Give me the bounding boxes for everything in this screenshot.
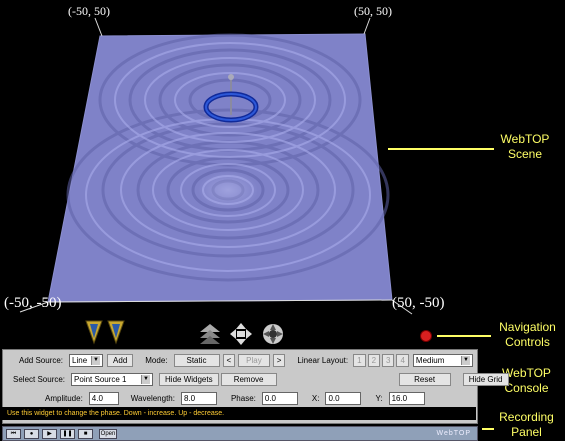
record-indicator-icon[interactable] — [420, 330, 432, 342]
record-icon[interactable]: ● — [24, 428, 39, 439]
x-label: X: — [311, 394, 320, 403]
fly-mode-icons[interactable] — [84, 318, 134, 346]
webtop-brand: WebTOP — [436, 430, 471, 437]
corner-label-top-right: (50, 50) — [354, 4, 392, 18]
linear-layout-label: Linear Layout: — [297, 356, 349, 365]
select-source-label: Select Source: — [13, 375, 66, 384]
hide-widgets-button[interactable]: Hide Widgets — [159, 373, 219, 386]
mode-button[interactable]: Static — [173, 354, 220, 367]
recording-panel: ⏮ ● ▶ ❚❚ ■ Open WebTOP — [2, 426, 478, 441]
add-source-label: Add Source: — [19, 356, 64, 365]
amplitude-label: Amplitude: — [45, 394, 83, 403]
scene-callout-line — [388, 148, 494, 150]
layout-button-4[interactable]: 4 — [396, 354, 409, 367]
play-button[interactable]: Play — [238, 354, 270, 367]
quality-value: Medium — [415, 356, 445, 365]
nav-callout-line1: Navigation — [499, 320, 556, 334]
navigation-controls[interactable] — [198, 322, 288, 346]
scene-callout: WebTOP Scene — [490, 132, 560, 162]
corner-label-top-left: (-50, 50) — [68, 4, 110, 18]
status-bar: Use this widget to change the phase. Dow… — [2, 407, 476, 420]
quality-select[interactable]: Medium ▼ — [412, 354, 473, 367]
nav-callout: Navigation Controls — [490, 320, 565, 350]
wavelength-field[interactable]: 8.0 — [180, 392, 217, 405]
wavelength-label: Wavelength: — [130, 394, 175, 403]
add-source-select[interactable]: Line ▼ — [69, 354, 104, 367]
rotate-icon[interactable] — [263, 324, 283, 344]
layout-button-3[interactable]: 3 — [382, 354, 395, 367]
corner-label-bottom-right: (50, -50) — [392, 295, 445, 311]
reset-button[interactable]: Reset — [398, 373, 451, 386]
layout-button-1[interactable]: 1 — [353, 354, 366, 367]
pan-icon[interactable] — [230, 323, 252, 345]
play-icon[interactable]: ▶ — [42, 428, 57, 439]
phase-field[interactable]: 0.0 — [261, 392, 298, 405]
recording-callout-line1: Recording — [499, 410, 554, 424]
webtop-scene[interactable] — [0, 0, 565, 330]
recording-callout-line — [482, 428, 494, 430]
phase-label: Phase: — [230, 394, 256, 403]
pause-icon[interactable]: ❚❚ — [60, 428, 75, 439]
nav-callout-line2: Controls — [505, 335, 550, 349]
scene-callout-line2: Scene — [507, 147, 543, 161]
select-source-select[interactable]: Point Source 1 ▼ — [71, 373, 154, 386]
stop-icon[interactable]: ■ — [78, 428, 93, 439]
y-label: Y: — [375, 394, 383, 403]
hide-grid-button[interactable]: Hide Grid — [462, 373, 509, 386]
open-button[interactable]: Open — [99, 428, 117, 439]
x-field[interactable]: 0.0 — [325, 392, 362, 405]
recording-callout-line2: Panel — [511, 425, 542, 439]
recording-callout: Recording Panel — [494, 410, 559, 440]
amplitude-field[interactable]: 4.0 — [88, 392, 119, 405]
y-field[interactable]: 16.0 — [388, 392, 425, 405]
chevron-down-icon: ▼ — [460, 356, 470, 365]
nav-callout-line — [437, 335, 491, 337]
next-button[interactable]: > — [272, 354, 286, 367]
mode-label: Mode: — [145, 356, 168, 365]
rewind-icon[interactable]: ⏮ — [6, 428, 21, 439]
add-source-value: Line — [72, 356, 88, 365]
scene-callout-line1: WebTOP — [500, 132, 550, 146]
remove-button[interactable]: Remove — [220, 373, 277, 386]
select-source-value: Point Source 1 — [74, 375, 127, 384]
elevate-icon[interactable] — [200, 324, 220, 344]
corner-label-bottom-left: (-50, -50) — [4, 295, 62, 311]
layout-button-2[interactable]: 2 — [367, 354, 381, 367]
chevron-down-icon: ▼ — [141, 375, 151, 384]
chevron-down-icon: ▼ — [91, 356, 101, 365]
prev-button[interactable]: < — [222, 354, 236, 367]
add-button[interactable]: Add — [107, 354, 134, 367]
